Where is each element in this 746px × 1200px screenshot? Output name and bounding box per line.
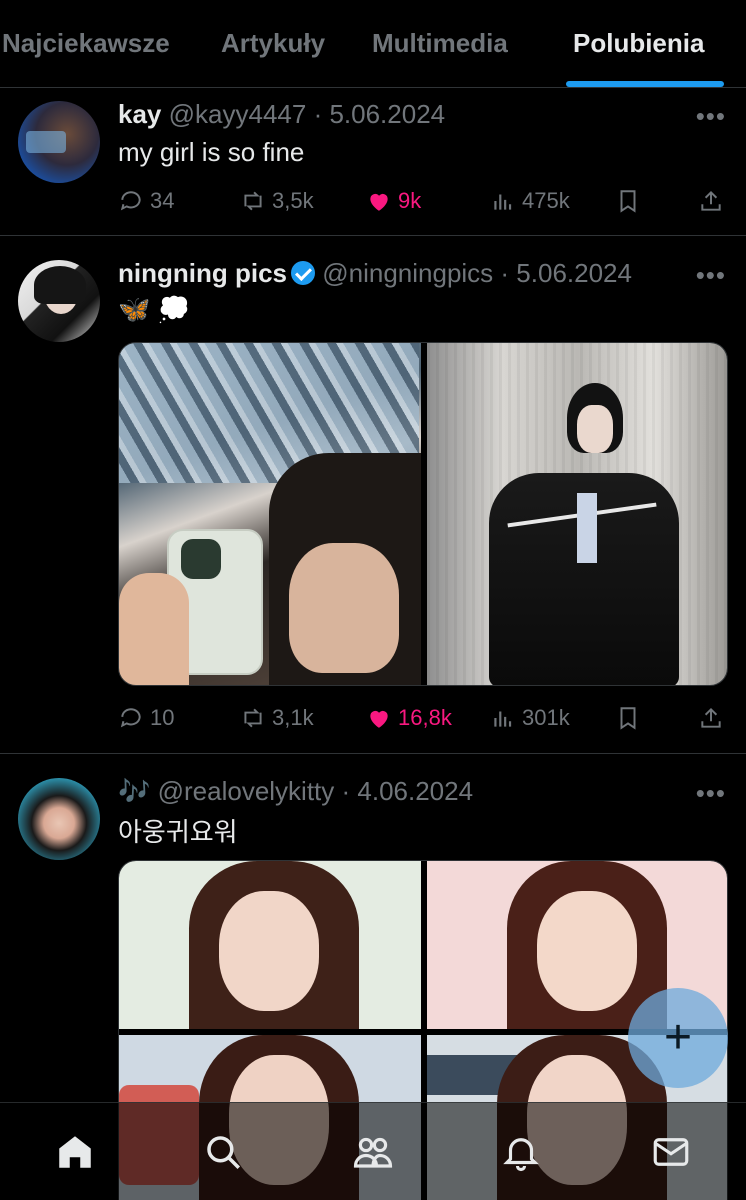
reply-count: 34 <box>150 188 175 213</box>
tweet-date[interactable]: · 5.06.2024 <box>314 99 446 129</box>
share-icon <box>701 190 721 211</box>
tweet-text: 🦋 💭 <box>118 294 190 324</box>
repost-count: 3,5k <box>272 188 314 213</box>
avatar[interactable] <box>18 778 100 860</box>
views-count: 475k <box>522 188 570 213</box>
more-options-icon[interactable]: ••• <box>696 101 726 132</box>
avatar[interactable] <box>18 260 100 342</box>
tweet-date[interactable]: · 4.06.2024 <box>342 776 474 806</box>
nav-communities[interactable] <box>350 1129 396 1175</box>
media-photo-mirror-selfie[interactable] <box>119 343 421 685</box>
reply-icon <box>120 708 141 728</box>
notifications-icon <box>503 1138 539 1172</box>
tweet-1[interactable]: kay @kayy4447 · 5.06.2024 ••• my girl is… <box>0 89 746 236</box>
tweet-header: ningning pics @ningningpics · 5.06.2024 <box>118 258 632 289</box>
nav-messages[interactable] <box>648 1129 694 1175</box>
share-button[interactable] <box>698 181 724 221</box>
author-name[interactable]: ningning pics <box>118 258 287 288</box>
reply-button[interactable]: 10 <box>118 698 174 738</box>
views-button[interactable]: 301k <box>490 698 570 738</box>
more-options-icon[interactable]: ••• <box>696 778 726 809</box>
compose-button[interactable]: + <box>628 988 728 1088</box>
communities-icon <box>353 1137 393 1168</box>
home-icon <box>59 1136 91 1168</box>
author-handle[interactable]: @realovelykitty <box>158 776 335 806</box>
tweet-text: my girl is so fine <box>118 137 305 167</box>
reply-icon <box>120 191 141 211</box>
messages-icon <box>653 1138 689 1166</box>
tweet-header: 🎶 @realovelykitty · 4.06.2024 <box>118 776 473 807</box>
tab-multimedia[interactable]: Multimedia <box>372 28 508 59</box>
like-count: 9k <box>398 188 422 213</box>
like-button[interactable]: 16,8k <box>366 698 452 738</box>
bottom-navigation <box>0 1102 746 1200</box>
repost-icon <box>244 708 262 728</box>
views-button[interactable]: 475k <box>490 181 570 221</box>
author-handle[interactable]: @ningningpics <box>322 258 493 288</box>
more-options-icon[interactable]: ••• <box>696 260 726 291</box>
like-icon <box>370 710 388 728</box>
tab-polubienia[interactable]: Polubienia <box>573 28 704 59</box>
media-photo-leather-jacket[interactable] <box>427 343 727 685</box>
bookmark-icon <box>620 707 636 730</box>
like-button[interactable]: 9k <box>366 181 421 221</box>
tweet-text: 아웅귀요워 <box>118 817 238 847</box>
media-grid <box>118 342 728 686</box>
repost-button[interactable]: 3,5k <box>240 181 314 221</box>
reply-count: 10 <box>150 705 175 730</box>
author-name[interactable]: kay <box>118 99 161 129</box>
nav-notifications[interactable] <box>498 1129 544 1175</box>
repost-count: 3,1k <box>272 705 314 730</box>
tweet-actions: 10 3,1k 16,8k 301k <box>118 698 730 738</box>
profile-tabs: Najciekawsze Artykuły Multimedia Polubie… <box>0 0 746 88</box>
verified-badge-icon <box>291 261 315 285</box>
repost-button[interactable]: 3,1k <box>240 698 314 738</box>
author-name[interactable]: 🎶 <box>118 776 150 806</box>
bookmark-button[interactable] <box>615 698 641 738</box>
nav-search[interactable] <box>200 1129 246 1175</box>
like-count: 16,8k <box>398 705 452 730</box>
bookmark-icon <box>620 190 636 213</box>
tweet-date[interactable]: · 5.06.2024 <box>500 258 632 288</box>
repost-icon <box>244 191 262 211</box>
tab-najciekawsze[interactable]: Najciekawsze <box>2 28 170 59</box>
media-photo-1[interactable] <box>119 861 421 1029</box>
tweet-actions: 34 3,5k 9k 475k <box>118 181 730 221</box>
reply-button[interactable]: 34 <box>118 181 174 221</box>
avatar[interactable] <box>18 101 100 183</box>
views-count: 301k <box>522 705 570 730</box>
tab-artykuly[interactable]: Artykuły <box>221 28 325 59</box>
share-icon <box>701 707 721 728</box>
tweet-2[interactable]: ningning pics @ningningpics · 5.06.2024 … <box>0 236 746 754</box>
share-button[interactable] <box>698 698 724 738</box>
views-icon <box>494 711 512 727</box>
active-tab-indicator <box>566 81 724 87</box>
tweet-header: kay @kayy4447 · 5.06.2024 <box>118 99 445 130</box>
like-icon <box>370 193 388 211</box>
nav-home[interactable] <box>52 1129 98 1175</box>
search-icon <box>207 1136 240 1169</box>
plus-icon: + <box>663 1011 693 1064</box>
author-handle[interactable]: @kayy4447 <box>169 99 307 129</box>
bookmark-button[interactable] <box>615 181 641 221</box>
views-icon <box>494 194 512 210</box>
